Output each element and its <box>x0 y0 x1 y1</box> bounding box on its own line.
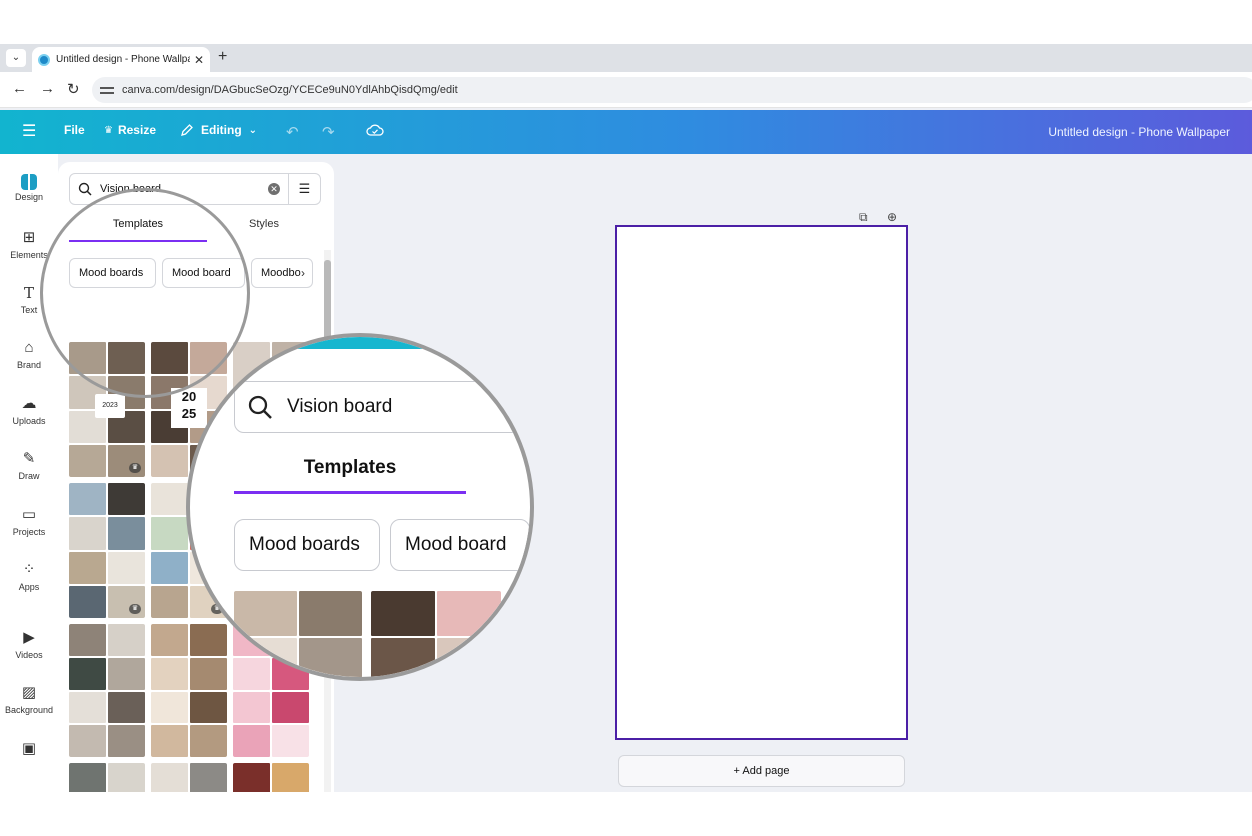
forward-arrow-icon[interactable]: → <box>40 80 55 97</box>
template-thumbnail[interactable] <box>69 763 145 792</box>
reload-icon[interactable]: ↻ <box>67 80 80 98</box>
videos-icon: ▶ <box>23 629 35 646</box>
magnified-template-thumbnail <box>371 591 501 677</box>
browser-address-bar: ← → ↻ canva.com/design/DAGbucSeOzg/YCECe… <box>0 72 1252 108</box>
elements-icon: ⊞ <box>22 229 36 246</box>
uploads-icon: ☁ <box>21 395 37 412</box>
sidebar-item-projects[interactable]: ▭ Projects <box>0 505 58 537</box>
template-thumbnail[interactable]: 2025 <box>233 763 309 792</box>
template-thumbnail[interactable] <box>151 763 227 792</box>
sidebar-item-videos[interactable]: ▶ Videos <box>0 628 58 660</box>
template-thumbnail[interactable] <box>151 624 227 757</box>
resize-button[interactable]: ♛ Resize <box>104 123 156 137</box>
browser-tab[interactable]: Untitled design - Phone Wallpa ✕ <box>32 47 210 72</box>
add-page-top-icon[interactable]: ⊕ <box>887 210 897 224</box>
file-menu-button[interactable]: File <box>64 123 85 137</box>
cloud-save-icon[interactable] <box>366 123 384 137</box>
clear-search-icon[interactable]: ✕ <box>268 183 280 195</box>
design-page[interactable] <box>615 225 908 740</box>
filter-icon[interactable]: ☰ <box>288 174 320 204</box>
app-frame: ⌄ Untitled design - Phone Wallpa ✕ + ← →… <box>0 44 1252 792</box>
magnified-template-thumbnail <box>234 591 362 677</box>
menu-icon[interactable]: ☰ <box>22 121 36 141</box>
new-tab-button[interactable]: + <box>218 48 227 66</box>
editor-header: ☰ File ♛ Resize Editing ⌄ ↶ ↷ Untitled d… <box>0 110 1252 154</box>
url-field[interactable]: canva.com/design/DAGbucSeOzg/YCECe9uN0Yd… <box>92 77 1252 103</box>
magnifier-lens: Vision board Templates Mood boards Mood … <box>186 333 534 681</box>
background-icon: ▨ <box>21 684 37 701</box>
duplicate-page-icon[interactable]: ⧉ <box>859 210 868 225</box>
sidebar-item-background[interactable]: ▨ Background <box>0 683 58 715</box>
sidebar-item-photos[interactable]: ▣ <box>0 739 58 759</box>
close-tab-icon[interactable]: ✕ <box>194 53 204 67</box>
magnifier-focus-ring <box>40 188 250 398</box>
resize-icon: ♛ <box>104 124 113 136</box>
apps-icon: ⁘ <box>22 561 36 578</box>
redo-icon[interactable]: ↷ <box>322 123 335 141</box>
site-settings-icon[interactable] <box>100 84 114 96</box>
magnified-suggestion-chip: Mood boards <box>234 519 380 571</box>
search-icon <box>78 182 92 196</box>
magnified-search-value: Vision board <box>287 396 393 417</box>
add-page-button[interactable]: + Add page <box>618 755 905 787</box>
editing-label: Editing <box>201 123 242 137</box>
premium-crown-icon: ♛ <box>129 463 141 473</box>
projects-icon: ▭ <box>21 506 37 523</box>
canva-favicon-icon <box>38 53 50 66</box>
search-icon <box>248 395 272 419</box>
template-year-label: 2023 <box>95 394 125 418</box>
premium-crown-icon: ♛ <box>129 604 141 614</box>
magnified-tab-indicator <box>234 491 466 494</box>
chevron-right-icon[interactable]: › <box>301 266 305 280</box>
sidebar-item-apps[interactable]: ⁘ Apps <box>0 560 58 592</box>
tab-title: Untitled design - Phone Wallpa <box>56 54 190 65</box>
template-thumbnail[interactable]: ♛ <box>69 483 145 618</box>
editing-mode-button[interactable]: Editing ⌄ <box>180 123 257 137</box>
magnified-tab-templates: Templates <box>303 457 397 478</box>
photos-icon: ▣ <box>21 740 37 757</box>
url-text: canva.com/design/DAGbucSeOzg/YCECe9uN0Yd… <box>122 84 458 96</box>
magnified-search-input: Vision board <box>234 381 530 433</box>
tab-styles[interactable]: Styles <box>234 218 294 230</box>
chevron-down-icon: ⌄ <box>248 124 258 136</box>
undo-icon[interactable]: ↶ <box>286 123 299 141</box>
template-year-label: 20 25 <box>171 388 207 428</box>
sidebar-item-label: Videos <box>15 650 43 660</box>
resize-label: Resize <box>117 123 156 137</box>
template-thumbnail[interactable] <box>69 624 145 757</box>
magnified-header-strip <box>190 337 530 349</box>
browser-tab-bar: ⌄ Untitled design - Phone Wallpa ✕ + <box>0 44 1252 72</box>
magnified-suggestion-chip: Mood board <box>390 519 530 571</box>
sidebar-item-label: Apps <box>18 582 40 592</box>
tab-search-button[interactable]: ⌄ <box>6 49 26 67</box>
pencil-icon <box>181 124 193 136</box>
sidebar-item-label: Background <box>4 705 54 715</box>
sidebar-item-label: Draw <box>18 471 40 481</box>
draw-icon: ✎ <box>22 450 36 467</box>
design-icon <box>21 174 37 190</box>
sidebar-item-design[interactable]: Design <box>0 172 58 202</box>
brand-icon: ⌂ <box>24 339 34 356</box>
sidebar-item-label: Brand <box>16 360 42 370</box>
sidebar-item-draw[interactable]: ✎ Draw <box>0 449 58 481</box>
back-arrow-icon[interactable]: ← <box>12 80 27 97</box>
sidebar-item-label: Projects <box>12 527 46 537</box>
sidebar-item-label: Design <box>14 192 43 202</box>
document-title[interactable]: Untitled design - Phone Wallpaper <box>1048 125 1230 139</box>
sidebar-item-label: Uploads <box>12 416 46 426</box>
sidebar-item-uploads[interactable]: ☁ Uploads <box>0 394 58 426</box>
sidebar-item-brand[interactable]: ⌂ Brand <box>0 338 58 370</box>
